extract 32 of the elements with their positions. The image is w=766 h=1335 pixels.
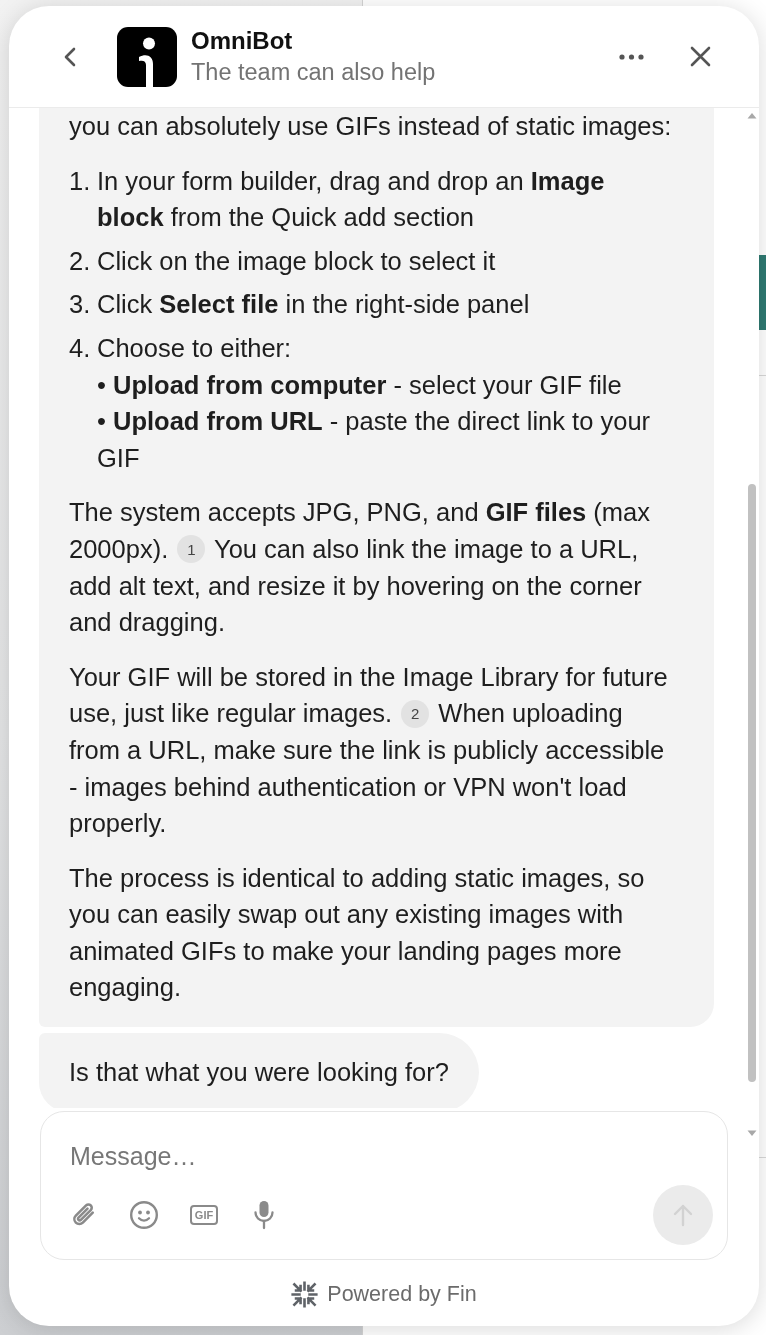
sub-list-item: • Upload from computer - select your GIF file (97, 369, 623, 401)
list-number: 3. (69, 289, 92, 321)
message-paragraph: The system accepts JPG, PNG, and GIF files (max 2000px). 1 You can also link the image to a URL, add alt text, and resize it by hovering on the corner and dragging. (69, 497, 651, 639)
gif-button[interactable]: GIF (190, 1205, 218, 1225)
fin-logo-icon (291, 1280, 319, 1308)
message-paragraph: you can absolutely use GIFs instead of static images: (69, 111, 673, 142)
ellipsis-icon (618, 53, 644, 60)
list-number: 1. (69, 165, 92, 197)
message-bubble: Is that what you were looking for? (39, 1033, 479, 1108)
citation-link[interactable]: 1 (177, 535, 206, 564)
citation-link[interactable]: 2 (401, 699, 430, 728)
microphone-icon (252, 1200, 276, 1230)
chat-title: OmniBot (191, 25, 294, 56)
list-item-text: Click Select file in the right-side panel (97, 289, 531, 321)
logo-icon (117, 26, 177, 87)
message-paragraph: Your GIF will be stored in the Image Library for future use, just like regular images. 2 When uploading from a URL, make sure the link is publicly accessible - images behind authentication or VPN won't load properly. (69, 661, 669, 840)
smiley-icon (129, 1200, 159, 1230)
list-number: 4. (69, 332, 92, 364)
chevron-left-icon (62, 46, 76, 67)
scrollbar-thumb[interactable] (747, 484, 756, 1082)
list-item-text: In your form builder, drag and drop an Image block from the Quick add section (97, 165, 606, 234)
list-number: 2. (69, 245, 92, 277)
message-input[interactable]: Message… (70, 1136, 670, 1176)
scroll-up-icon[interactable] (746, 112, 757, 119)
sub-list-item: • Upload from URL - paste the direct link to your GIF (97, 406, 652, 474)
close-icon (689, 46, 711, 67)
list-item-text: Choose to either: (97, 332, 293, 364)
message-paragraph: The process is identical to adding static images, so you can easily swap out any existing images with animated GIFs to make your landing pages more engaging. (69, 862, 646, 1004)
scroll-down-icon[interactable] (746, 1130, 757, 1137)
powered-by-link[interactable]: Powered by Fin (327, 1281, 477, 1307)
list-item-text: Click on the image block to select it (97, 245, 497, 277)
chat-subtitle: The team can also help (191, 57, 436, 87)
